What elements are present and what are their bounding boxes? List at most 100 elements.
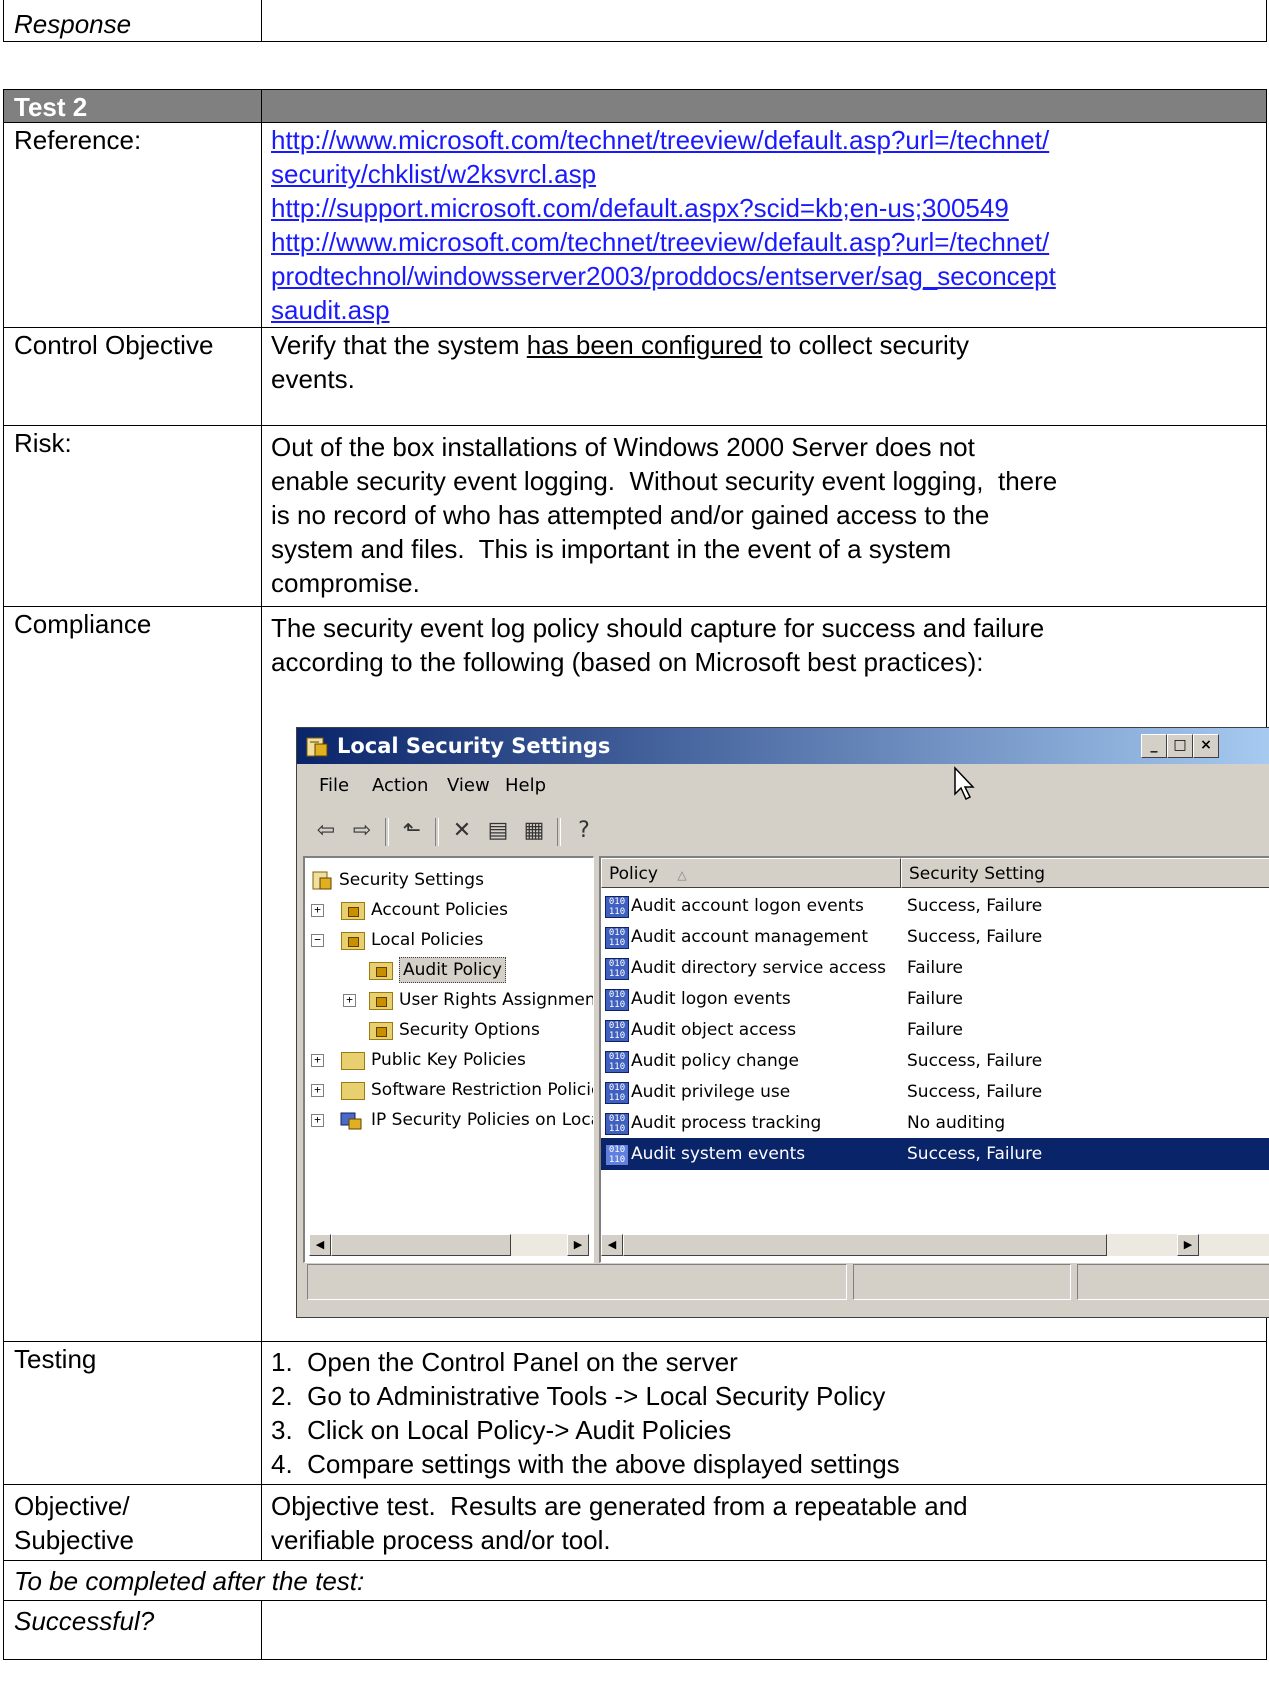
- tree-item-account-policies[interactable]: + Account Policies: [311, 896, 591, 924]
- control-objective-cell: Verify that the system has been configur…: [261, 327, 1267, 426]
- tree-item-public-key-policies[interactable]: + Public Key Policies: [311, 1046, 591, 1074]
- policy-row[interactable]: 010 110 Audit process tracking No auditin…: [601, 1107, 1269, 1139]
- audit-policy-icon: 010 110: [605, 1082, 629, 1104]
- expand-icon[interactable]: +: [311, 1084, 324, 1097]
- successful-label: Successful?: [3, 1600, 262, 1660]
- tree-item-audit-policy[interactable]: Audit Policy: [343, 956, 583, 984]
- column-header-policy[interactable]: Policy △: [601, 858, 901, 888]
- risk-line: enable security event logging. Without s…: [271, 466, 1058, 496]
- scroll-right-icon[interactable]: ▶: [1177, 1234, 1199, 1256]
- expand-icon[interactable]: +: [343, 994, 356, 1007]
- forward-arrow-icon[interactable]: ⇨: [347, 816, 377, 846]
- locked-folder-icon: [369, 992, 393, 1010]
- tree-item-user-rights-assignment[interactable]: + User Rights Assignmen: [343, 986, 593, 1014]
- details-horizontal-scrollbar[interactable]: ◀ ▶: [601, 1234, 1269, 1256]
- menu-view[interactable]: View: [447, 775, 490, 796]
- local-security-settings-window: Local Security Settings _ □ × File Actio…: [296, 727, 1269, 1318]
- back-arrow-icon[interactable]: ⇦: [311, 816, 341, 846]
- testing-step: 3. Click on Local Policy-> Audit Policie…: [271, 1415, 732, 1445]
- tree-horizontal-scrollbar[interactable]: ◀ ▶: [309, 1234, 589, 1256]
- tree-item-security-options[interactable]: Security Options: [343, 1016, 583, 1044]
- tree-item-local-policies[interactable]: − Local Policies: [311, 926, 591, 954]
- testing-step: 4. Compare settings with the above displ…: [271, 1449, 900, 1479]
- expand-icon[interactable]: +: [311, 904, 324, 917]
- menu-file[interactable]: File: [319, 775, 349, 796]
- policy-row[interactable]: 010 110 Audit policy change Success, Fail…: [601, 1045, 1269, 1077]
- risk-cell: Out of the box installations of Windows …: [261, 425, 1267, 607]
- column-header-security-setting[interactable]: Security Setting: [901, 858, 1269, 888]
- policy-setting: Success, Failure: [907, 1082, 1043, 1102]
- policy-setting: Success, Failure: [907, 1144, 1043, 1164]
- control-objective-label: Control Objective: [3, 327, 262, 426]
- scroll-thumb[interactable]: [331, 1234, 511, 1256]
- properties-icon[interactable]: ▤: [483, 816, 513, 846]
- column-header-policy-label: Policy: [609, 864, 658, 884]
- policy-row[interactable]: 010 110 Audit object access Failure: [601, 1014, 1269, 1046]
- policy-name: Audit account logon events: [631, 896, 864, 916]
- menu-bar: File Action View Help: [297, 766, 1269, 804]
- close-button[interactable]: ×: [1193, 734, 1219, 758]
- help-icon[interactable]: ?: [569, 816, 599, 846]
- scroll-left-icon[interactable]: ◀: [601, 1234, 623, 1256]
- reference-link-3b[interactable]: prodtechnol/windowsserver2003/proddocs/e…: [271, 259, 1266, 293]
- policy-name: Audit system events: [631, 1144, 806, 1164]
- testing-steps: 1. Open the Control Panel on the server …: [271, 1345, 1266, 1481]
- toolbar: ⇦ ⇨ ⬑ ✕ ▤ ▦ ?: [297, 812, 1269, 852]
- audit-policy-icon: 010 110: [605, 1144, 629, 1166]
- expand-icon[interactable]: +: [311, 1114, 324, 1127]
- audit-policy-icon: 010 110: [605, 927, 629, 949]
- export-list-icon[interactable]: ▦: [519, 816, 549, 846]
- testing-label: Testing: [3, 1341, 262, 1485]
- scroll-right-icon[interactable]: ▶: [567, 1234, 589, 1256]
- policy-name: Audit logon events: [631, 989, 791, 1009]
- reference-link-3a[interactable]: http://www.microsoft.com/technet/treevie…: [271, 225, 1266, 259]
- audit-policy-icon: 010 110: [605, 1020, 629, 1042]
- testing-step: 1. Open the Control Panel on the server: [271, 1347, 738, 1377]
- objective-subjective-cell: Objective test. Results are generated fr…: [261, 1484, 1267, 1561]
- compliance-line: according to the following (based on Mic…: [271, 647, 984, 677]
- risk-line: system and files. This is important in t…: [271, 534, 952, 564]
- scroll-left-icon[interactable]: ◀: [309, 1234, 331, 1256]
- audit-policy-icon: 010 110: [605, 1051, 629, 1073]
- reference-link-3c[interactable]: saudit.asp: [271, 293, 1266, 327]
- up-one-level-icon[interactable]: ⬑: [397, 816, 427, 846]
- tree-item-software-restriction-policies[interactable]: + Software Restriction Policie: [311, 1076, 593, 1104]
- locked-folder-icon: [341, 932, 365, 950]
- testing-cell: 1. Open the Control Panel on the server …: [261, 1341, 1267, 1485]
- tree-item-label: IP Security Policies on Loca: [371, 1110, 594, 1130]
- menu-help[interactable]: Help: [505, 775, 546, 796]
- policy-row[interactable]: 010 110 Audit account logon events Succes…: [601, 890, 1269, 922]
- ip-security-icon: [340, 1112, 362, 1130]
- maximize-button[interactable]: □: [1167, 734, 1193, 758]
- policy-name: Audit account management: [631, 927, 868, 947]
- toolbar-separator: [557, 818, 561, 846]
- reference-link-1a[interactable]: http://www.microsoft.com/technet/treevie…: [271, 123, 1266, 157]
- policy-row[interactable]: 010 110 Audit account management Success,…: [601, 921, 1269, 953]
- security-settings-icon: [306, 737, 328, 757]
- policy-setting: Failure: [907, 1020, 963, 1040]
- tree-item-label: Audit Policy: [399, 957, 506, 983]
- compliance-line: The security event log policy should cap…: [271, 613, 1045, 643]
- policy-row[interactable]: 010 110 Audit logon events Failure: [601, 983, 1269, 1015]
- delete-icon[interactable]: ✕: [447, 816, 477, 846]
- reference-link-2[interactable]: http://support.microsoft.com/default.asp…: [271, 191, 1266, 225]
- window-title: Local Security Settings: [337, 734, 611, 758]
- reference-link-1b[interactable]: security/chklist/w2ksvrcl.asp: [271, 157, 1266, 191]
- successful-value[interactable]: [261, 1600, 1267, 1660]
- policy-row-selected[interactable]: 010 110 Audit system events Success, Fail…: [601, 1138, 1269, 1170]
- tree-item-label: Public Key Policies: [371, 1050, 526, 1070]
- security-settings-icon: [312, 871, 332, 890]
- policy-row[interactable]: 010 110 Audit privilege use Success, Fail…: [601, 1076, 1269, 1108]
- control-objective-line2: events.: [271, 364, 355, 394]
- risk-line: is no record of who has attempted and/or…: [271, 500, 990, 530]
- folder-icon: [341, 1052, 365, 1070]
- menu-action[interactable]: Action: [372, 775, 428, 796]
- scroll-thumb[interactable]: [623, 1234, 1107, 1256]
- compliance-label: Compliance: [3, 606, 262, 1342]
- collapse-icon[interactable]: −: [311, 934, 324, 947]
- minimize-button[interactable]: _: [1141, 734, 1167, 758]
- tree-item-ip-security-policies[interactable]: + IP Security Policies on Loca: [311, 1106, 593, 1134]
- tree-item-label: Security Settings: [339, 870, 484, 890]
- policy-row[interactable]: 010 110 Audit directory service access Fa…: [601, 952, 1269, 984]
- expand-icon[interactable]: +: [311, 1054, 324, 1067]
